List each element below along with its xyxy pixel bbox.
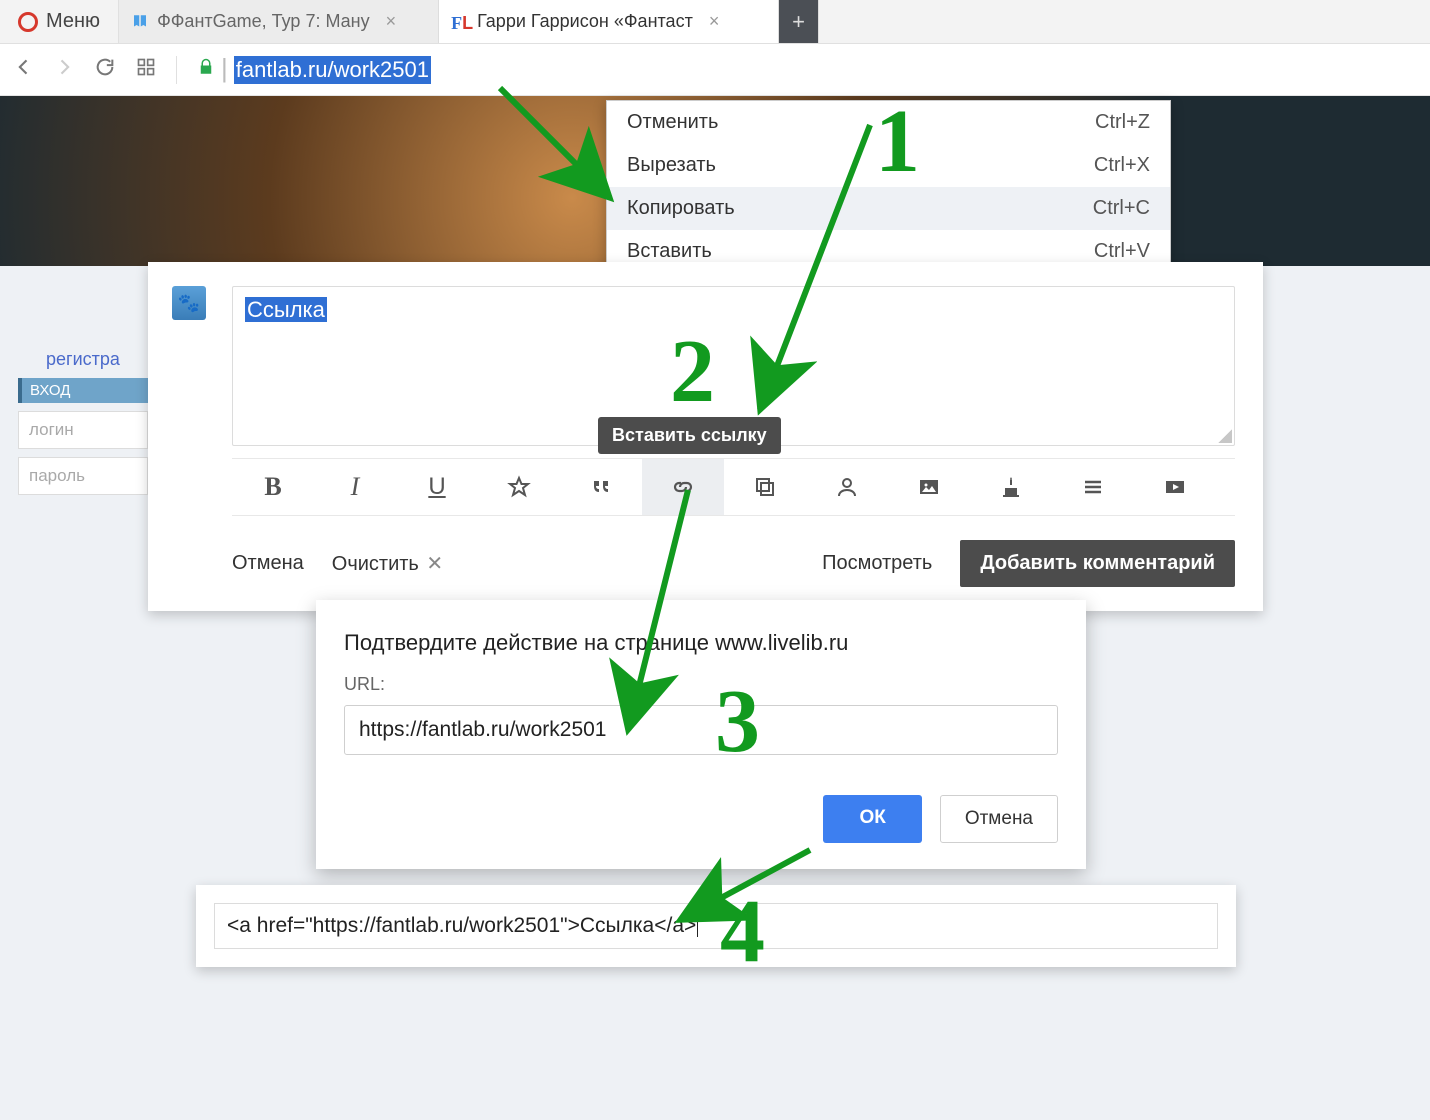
tab-strip: Меню ФФантGame, Тур 7: Ману × FL Гарри Г… (0, 0, 1430, 44)
step-4: 4 (720, 880, 765, 983)
italic-button[interactable]: I (314, 459, 396, 515)
lock-icon (197, 58, 215, 81)
close-icon: ✕ (426, 553, 443, 575)
clear-link[interactable]: Очистить ✕ (332, 551, 443, 576)
dialog-buttons: ОК Отмена (344, 795, 1058, 843)
back-icon[interactable] (14, 57, 34, 83)
ctx-label: Вставить (627, 240, 712, 263)
link-button[interactable] (642, 459, 724, 515)
step-3: 3 (715, 670, 760, 773)
url-label: URL: (344, 674, 1058, 695)
copy-button[interactable] (724, 459, 806, 515)
submit-button[interactable]: Добавить комментарий (960, 540, 1235, 587)
dialog-title: Подтвердите действие на странице www.liv… (344, 630, 1058, 656)
register-link[interactable]: регистра (18, 345, 148, 378)
nav-bar: | fantlab.ru/work2501 (0, 44, 1430, 96)
result-panel: <a href="https://fantlab.ru/work2501">Сс… (196, 885, 1236, 967)
fl-favicon-icon: FL (451, 13, 469, 31)
menu-label: Меню (46, 10, 100, 33)
tab-1[interactable]: ФФантGame, Тур 7: Ману × (119, 0, 439, 43)
book-icon (131, 13, 149, 31)
cake-button[interactable] (970, 459, 1052, 515)
ok-button[interactable]: ОК (823, 795, 921, 843)
reload-icon[interactable] (94, 56, 116, 84)
tab-title: Гарри Гаррисон «Фантаст (477, 11, 693, 32)
ctx-label: Копировать (627, 197, 735, 220)
step-2: 2 (670, 320, 715, 423)
result-textarea[interactable]: <a href="https://fantlab.ru/work2501">Сс… (214, 903, 1218, 949)
user-button[interactable] (806, 459, 888, 515)
close-icon[interactable]: × (701, 11, 720, 32)
password-input[interactable]: пароль (18, 457, 148, 495)
divider (176, 56, 177, 84)
ctx-label: Отменить (627, 111, 718, 134)
tab-2-active[interactable]: FL Гарри Гаррисон «Фантаст × (439, 0, 779, 43)
forward-icon (54, 57, 74, 83)
list-button[interactable] (1052, 459, 1134, 515)
ctx-copy[interactable]: Копировать Ctrl+C (607, 187, 1170, 230)
bold-button[interactable]: B (232, 459, 314, 515)
speed-dial-icon[interactable] (136, 57, 156, 83)
ctx-shortcut: Ctrl+Z (1095, 111, 1150, 134)
menu-button[interactable]: Меню (0, 0, 119, 43)
url-input[interactable]: https://fantlab.ru/work2501 (344, 705, 1058, 755)
opera-logo-icon (18, 12, 38, 32)
step-1: 1 (875, 90, 920, 193)
editor-footer: Отмена Очистить ✕ Посмотреть Добавить ко… (232, 540, 1235, 587)
avatar: 🐾 (172, 286, 206, 320)
url-selected-text: fantlab.ru/work2501 (234, 56, 431, 84)
selected-word: Ссылка (245, 297, 327, 322)
new-tab-button[interactable]: + (779, 0, 819, 43)
cancel-link[interactable]: Отмена (232, 552, 304, 575)
ctx-shortcut: Ctrl+V (1094, 240, 1150, 263)
login-input[interactable]: логин (18, 411, 148, 449)
quote-button[interactable] (560, 459, 642, 515)
login-header: ВХОД (18, 378, 148, 403)
preview-link[interactable]: Посмотреть (822, 552, 932, 575)
star-button[interactable] (478, 459, 560, 515)
image-button[interactable] (888, 459, 970, 515)
editor-toolbar: B I U (232, 458, 1235, 516)
ctx-shortcut: Ctrl+C (1093, 197, 1150, 220)
divider: | (221, 53, 228, 84)
browser-window: Меню ФФантGame, Тур 7: Ману × FL Гарри Г… (0, 0, 1430, 96)
ctx-shortcut: Ctrl+X (1094, 154, 1150, 177)
text-cursor-icon (697, 915, 698, 937)
video-button[interactable] (1134, 459, 1216, 515)
close-icon[interactable]: × (378, 11, 397, 32)
cancel-button[interactable]: Отмена (940, 795, 1058, 843)
result-html: <a href="https://fantlab.ru/work2501">Сс… (227, 914, 696, 937)
address-bar[interactable]: | fantlab.ru/work2501 (197, 55, 431, 84)
underline-button[interactable]: U (396, 459, 478, 515)
tab-title: ФФантGame, Тур 7: Ману (157, 11, 370, 32)
login-sidebar: регистра ВХОД логин пароль (18, 345, 148, 495)
resize-handle-icon[interactable] (1218, 429, 1232, 443)
url-prompt-dialog: Подтвердите действие на странице www.liv… (316, 600, 1086, 869)
ctx-label: Вырезать (627, 154, 716, 177)
